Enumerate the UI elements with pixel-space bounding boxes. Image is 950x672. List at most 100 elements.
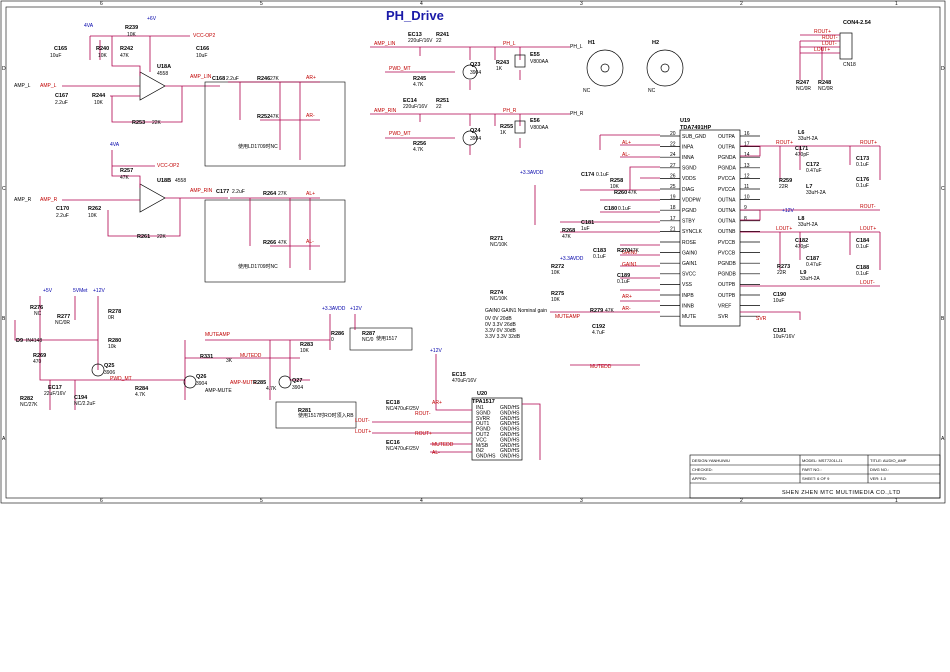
component-value: 470 bbox=[33, 359, 42, 365]
component-value: 4.7K bbox=[266, 386, 277, 392]
ic-pin-name: PVCCB bbox=[718, 250, 736, 256]
ic-pin-number: 13 bbox=[744, 163, 750, 169]
ic-pin-name: SUB_GND bbox=[682, 134, 707, 140]
component-ref: R240 bbox=[96, 46, 109, 52]
part-ref: Q24 bbox=[470, 128, 481, 134]
ic-pin-name: VDDS bbox=[682, 176, 697, 182]
ic-pin-name: PVCCB bbox=[718, 240, 736, 246]
part-ref: H2 bbox=[652, 40, 659, 46]
component-value: 27K bbox=[270, 76, 280, 82]
net-label: AL+ bbox=[306, 191, 315, 197]
component-ref: C166 bbox=[196, 46, 209, 52]
component-value: 22uF/16V bbox=[44, 391, 66, 397]
component-value: 0.1uF bbox=[617, 279, 630, 285]
ic-pin-name: GAIN1 bbox=[682, 261, 697, 267]
component-ref: R270 bbox=[617, 248, 630, 254]
title-field: TITLE: AUDIO_AMP bbox=[870, 458, 907, 463]
net-label: AMP_R bbox=[40, 197, 58, 203]
col-label: 2 bbox=[740, 1, 743, 7]
part-value: 3904 bbox=[292, 385, 303, 391]
net-label: ROUT+ bbox=[415, 431, 432, 437]
component-ref: R260 bbox=[614, 190, 627, 196]
model-field: MODEL: MST7201I-J1 bbox=[802, 458, 843, 463]
component-value: 0 bbox=[331, 337, 334, 343]
part-value: 3904 bbox=[470, 70, 481, 76]
row-label: D bbox=[941, 66, 945, 72]
component-value: 22K bbox=[157, 234, 167, 240]
component-value: 3K bbox=[226, 358, 233, 364]
ic-pin-number: 26 bbox=[670, 173, 676, 179]
row-label: A bbox=[2, 436, 6, 442]
component-value: NC/2.2uF bbox=[74, 401, 95, 407]
sheet-title: PH_Drive bbox=[386, 8, 444, 23]
ic-pin-name: VDDPW bbox=[682, 197, 701, 203]
net-label: ROUT+ bbox=[860, 140, 877, 146]
component-value: 47K bbox=[120, 175, 130, 181]
ic-u20: U20 TPA1517 IN1 GND/HSSGND GND/HSSVRR GND/H… bbox=[355, 348, 541, 461]
net-label: AMP_LIN bbox=[374, 41, 396, 47]
ic-pin-name: INPB bbox=[682, 293, 694, 299]
ic-pin-name: STBY bbox=[682, 219, 696, 225]
component-value: 33uH-2A bbox=[798, 136, 818, 142]
net-label: PH_L bbox=[570, 44, 583, 50]
component-value: 10K bbox=[300, 348, 310, 354]
ic-pin-name: OUTPB bbox=[718, 293, 736, 299]
component-value: 10K bbox=[551, 297, 561, 303]
sheet-field: SHEET: 6 OF 9 bbox=[802, 476, 830, 481]
mute-circuit: +5V 5VMet +12V Q25 3906 Q26 3904 Q27 390… bbox=[14, 288, 413, 429]
net-label: AMP_LIN bbox=[190, 74, 212, 80]
net-label: LOUT+ bbox=[860, 226, 876, 232]
component-value: 0.1uF bbox=[856, 162, 869, 168]
ic-pin-name: MUTE bbox=[682, 314, 697, 320]
component-value: 2.2uF bbox=[56, 213, 69, 219]
ic-pin-number: 27 bbox=[670, 163, 676, 169]
col-label: 1 bbox=[895, 1, 898, 7]
component-value: NC bbox=[34, 311, 42, 317]
component-value: 47K bbox=[605, 308, 615, 314]
component-ref: R257 bbox=[120, 168, 133, 174]
component-ref: C180 bbox=[604, 206, 617, 212]
component-value: NC/0R bbox=[55, 320, 70, 326]
note-text: 使用LD1709时NC bbox=[238, 143, 278, 150]
ic-pin-name: OUTNA bbox=[718, 208, 736, 214]
component-value: 220uF/16V bbox=[408, 38, 433, 44]
component-value: NC/27K bbox=[20, 402, 38, 408]
component-ref: R244 bbox=[92, 93, 106, 99]
ic-pin-name: INPA bbox=[682, 144, 694, 150]
net-label: PH_R bbox=[503, 108, 517, 114]
net-label: MUTEAMP bbox=[205, 332, 231, 338]
component-value: 10uF bbox=[50, 53, 61, 59]
ic-pin-number: 25 bbox=[670, 184, 676, 190]
table-row: 3.3V 3.3V 32dB bbox=[485, 334, 521, 340]
checked-field: CHECKED: bbox=[692, 467, 713, 472]
component-value: 0.1uF bbox=[856, 183, 869, 189]
apprd-field: APPRD: bbox=[692, 476, 707, 481]
row-label: D bbox=[2, 66, 6, 72]
component-ref: R262 bbox=[88, 206, 101, 212]
power-label: 4VA bbox=[84, 23, 94, 29]
ic-pin-name: PGNDB bbox=[718, 261, 736, 267]
net-label: AL- bbox=[432, 450, 440, 456]
col-label: 6 bbox=[100, 1, 103, 7]
row-label: C bbox=[2, 186, 6, 192]
part-ref: CN18 bbox=[843, 62, 856, 68]
table-head: GAIN0 GAIN1 Nominal gain bbox=[485, 308, 547, 314]
component-value: 10uF bbox=[773, 298, 784, 304]
ic-u19: U19 TDA7491HP SUB_GND 20 INPA 22 INNA 24 SGND 2… bbox=[660, 118, 760, 327]
component-value: NC/0R bbox=[818, 86, 833, 92]
component-value: NC/10K bbox=[490, 242, 508, 248]
row-label: B bbox=[941, 316, 945, 322]
ic-pin-name: OUTPA bbox=[718, 134, 736, 140]
connector-body bbox=[839, 32, 853, 60]
col-label: 3 bbox=[580, 1, 583, 7]
component-ref: R279 bbox=[590, 308, 603, 314]
component-ref: R281 bbox=[298, 408, 311, 414]
part-ref: CON4-2.54 bbox=[843, 20, 872, 26]
ic-pin-name: INNA bbox=[682, 155, 695, 161]
ic-pin-name: SVCC bbox=[682, 272, 696, 278]
hole-h2-center bbox=[660, 63, 670, 73]
component-value: 33uH-2A bbox=[806, 190, 826, 196]
component-ref: C165 bbox=[54, 46, 67, 52]
hole-h1-center bbox=[600, 63, 610, 73]
net-label: AR- bbox=[622, 306, 631, 312]
